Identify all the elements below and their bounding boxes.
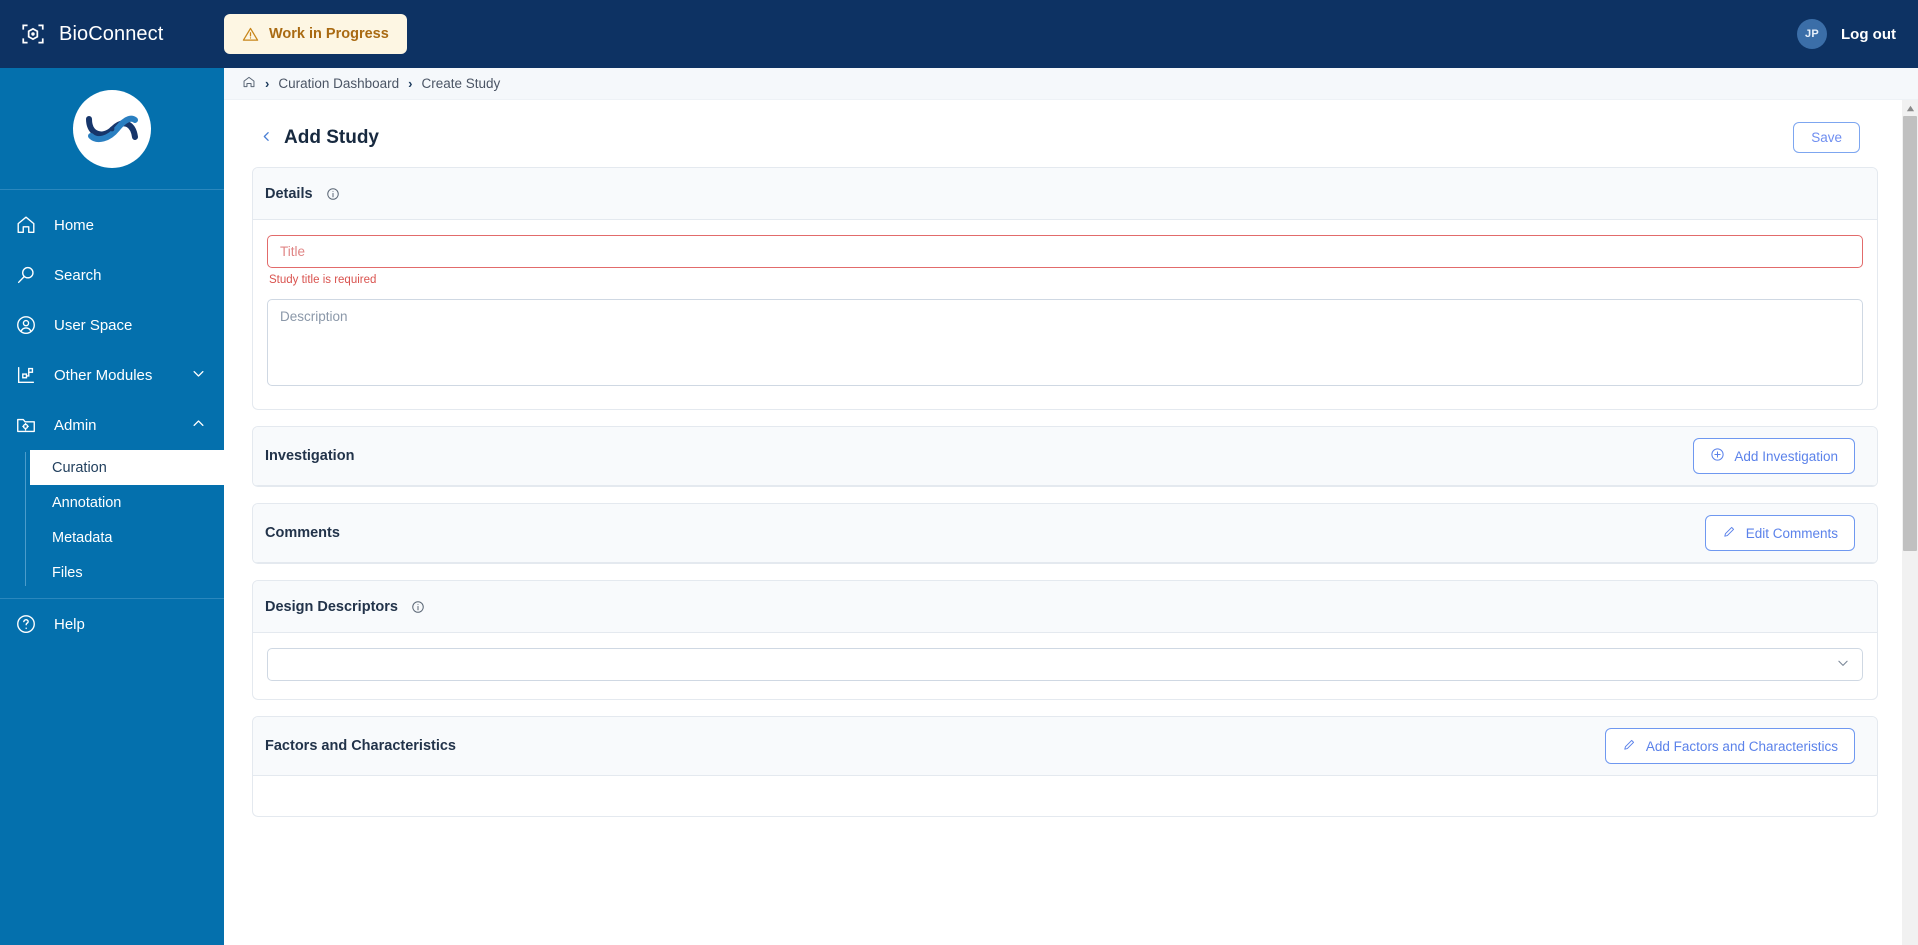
- brand-name: BioConnect: [59, 22, 164, 45]
- topbar-right: JP Log out: [1797, 19, 1918, 49]
- edit-comments-label: Edit Comments: [1745, 525, 1838, 541]
- sidebar-item-home[interactable]: Home: [0, 200, 224, 250]
- factors-card-header: Factors and Characteristics Add Factors …: [253, 717, 1877, 776]
- investigation-card: Investigation Add Investigation: [252, 426, 1878, 487]
- vertical-scrollbar[interactable]: [1902, 100, 1918, 945]
- factors-card: Factors and Characteristics Add Factors …: [252, 716, 1878, 817]
- sidebar-item-search[interactable]: Search: [0, 250, 224, 300]
- add-investigation-label: Add Investigation: [1734, 448, 1838, 464]
- details-title: Details: [265, 185, 313, 202]
- factors-title: Factors and Characteristics: [265, 738, 456, 754]
- plus-circle-icon: [1710, 447, 1725, 465]
- sidebar-item-label: Other Modules: [54, 366, 153, 384]
- design-descriptors-card-body: [253, 633, 1877, 699]
- sidebar-item-curation[interactable]: Curation: [30, 450, 224, 485]
- page-header: Add Study Save: [242, 100, 1888, 167]
- breadcrumb-separator: ›: [265, 76, 270, 91]
- sidebar-item-files[interactable]: Files: [30, 555, 224, 590]
- save-button[interactable]: Save: [1793, 122, 1860, 153]
- details-card: Details Study title is required: [252, 167, 1878, 410]
- design-descriptors-card: Design Descriptors: [252, 580, 1878, 700]
- admin-submenu: Curation Annotation Metadata Files: [0, 450, 224, 590]
- sidebar-item-other-modules[interactable]: Other Modules: [0, 350, 224, 400]
- warning-triangle-icon: [242, 26, 259, 43]
- sidebar-logo: [0, 68, 224, 190]
- chevron-up-icon[interactable]: [191, 416, 206, 435]
- top-bar: BioConnect Work in Progress JP Log out: [0, 0, 1918, 68]
- breadcrumb-separator: ›: [408, 76, 413, 91]
- sidebar-item-annotation[interactable]: Annotation: [30, 485, 224, 520]
- chevron-down-icon: [1836, 656, 1850, 673]
- sidebar-nav: Home Search User Space Other Modules Adm…: [0, 190, 224, 649]
- chevron-down-icon[interactable]: [191, 366, 206, 385]
- sidebar-subitem-label: Annotation: [52, 494, 122, 511]
- design-descriptors-title: Design Descriptors: [265, 598, 398, 615]
- page-title: Add Study: [284, 126, 379, 148]
- sidebar-item-label: Search: [54, 266, 102, 284]
- page-content: Add Study Save Details Study title: [224, 100, 1918, 945]
- comments-card-header: Comments Edit Comments: [253, 504, 1877, 563]
- jax-logo-icon: [73, 89, 151, 168]
- body-wrapper: Home Search User Space Other Modules Adm…: [0, 68, 1918, 945]
- work-in-progress-badge: Work in Progress: [224, 14, 407, 54]
- sidebar-item-label: User Space: [54, 316, 133, 334]
- design-descriptors-card-header: Design Descriptors: [253, 581, 1877, 633]
- details-card-body: Study title is required: [253, 220, 1877, 409]
- details-card-header: Details: [253, 168, 1877, 220]
- add-factors-label: Add Factors and Characteristics: [1645, 738, 1838, 754]
- sidebar-item-label: Help: [54, 615, 85, 633]
- title-field-wrapper: Study title is required: [267, 235, 1863, 286]
- cube-scan-icon: [20, 21, 46, 47]
- title-error-message: Study title is required: [269, 274, 377, 286]
- scrollbar-thumb[interactable]: [1903, 116, 1917, 551]
- edit-comments-button[interactable]: Edit Comments: [1704, 515, 1855, 551]
- sidebar-subitem-label: Curation: [52, 459, 107, 476]
- pencil-icon: [1622, 737, 1637, 755]
- folder-gear-icon: [12, 414, 40, 436]
- sidebar-item-metadata[interactable]: Metadata: [30, 520, 224, 555]
- question-circle-icon: [12, 613, 40, 635]
- breadcrumb-item-create-study[interactable]: Create Study: [422, 76, 501, 91]
- investigation-card-header: Investigation Add Investigation: [253, 427, 1877, 486]
- caret-up-icon[interactable]: [1902, 100, 1918, 116]
- sidebar: Home Search User Space Other Modules Adm…: [0, 68, 224, 945]
- modules-icon: [12, 364, 40, 386]
- sidebar-item-admin[interactable]: Admin: [0, 400, 224, 450]
- sidebar-item-help[interactable]: Help: [0, 599, 224, 649]
- study-description-textarea[interactable]: [267, 299, 1863, 386]
- home-icon: [12, 214, 40, 236]
- sidebar-subitem-label: Metadata: [52, 529, 113, 546]
- breadcrumb: › Curation Dashboard › Create Study: [224, 68, 1918, 100]
- user-circle-icon: [12, 314, 40, 336]
- breadcrumb-item-curation-dashboard[interactable]: Curation Dashboard: [278, 76, 399, 91]
- add-factors-button[interactable]: Add Factors and Characteristics: [1604, 728, 1855, 764]
- info-circle-icon[interactable]: [411, 600, 425, 614]
- design-descriptors-select[interactable]: [267, 648, 1863, 681]
- brand[interactable]: BioConnect: [0, 21, 224, 47]
- chevron-left-icon[interactable]: [260, 129, 273, 146]
- sidebar-subitem-label: Files: [52, 564, 83, 581]
- work-in-progress-label: Work in Progress: [269, 26, 389, 42]
- pencil-icon: [1722, 524, 1737, 542]
- avatar[interactable]: JP: [1797, 19, 1828, 49]
- investigation-title: Investigation: [265, 448, 355, 464]
- sidebar-item-label: Home: [54, 216, 95, 234]
- comments-title: Comments: [265, 525, 340, 541]
- logout-button[interactable]: Log out: [1841, 26, 1896, 43]
- main-area: › Curation Dashboard › Create Study Add …: [224, 68, 1918, 945]
- info-circle-icon[interactable]: [326, 187, 340, 201]
- sidebar-item-user-space[interactable]: User Space: [0, 300, 224, 350]
- study-title-input[interactable]: [267, 235, 1863, 268]
- home-outline-icon[interactable]: [242, 75, 256, 92]
- add-investigation-button[interactable]: Add Investigation: [1693, 438, 1855, 474]
- search-icon: [12, 264, 40, 286]
- factors-card-body: [253, 776, 1877, 816]
- comments-card: Comments Edit Comments: [252, 503, 1878, 564]
- sidebar-item-label: Admin: [54, 416, 97, 434]
